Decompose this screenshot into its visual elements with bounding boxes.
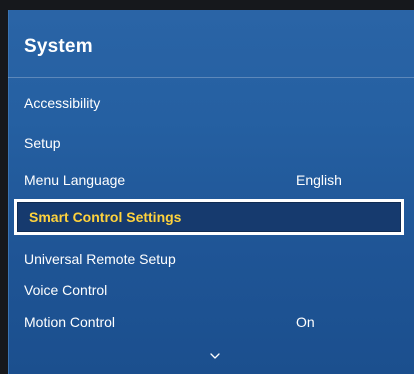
menu-item-accessibility[interactable]: Accessibility [24,91,404,115]
menu-item-universal-remote-setup[interactable]: Universal Remote Setup [24,247,404,271]
menu-item-value: English [296,172,342,188]
menu-item-voice-control[interactable]: Voice Control [24,278,404,302]
title-divider [8,77,414,78]
menu-item-label: Accessibility [24,95,101,111]
menu-item-label: Motion Control [24,314,116,330]
menu-title: System [24,36,93,57]
menu-item-smart-control-settings[interactable]: Smart Control Settings [14,199,404,235]
menu-item-value: On [296,314,315,330]
menu-item-motion-control[interactable]: Motion Control On [24,310,404,334]
menu-item-menu-language[interactable]: Menu Language English [24,168,404,192]
menu-item-label: Menu Language [24,172,126,188]
menu-item-label: Voice Control [24,282,108,298]
menu-item-label: Smart Control Settings [29,209,182,225]
chevron-down-icon[interactable] [210,351,220,361]
menu-item-setup[interactable]: Setup [24,131,404,155]
menu-item-label: Universal Remote Setup [24,251,176,267]
menu-item-label: Setup [24,135,61,151]
